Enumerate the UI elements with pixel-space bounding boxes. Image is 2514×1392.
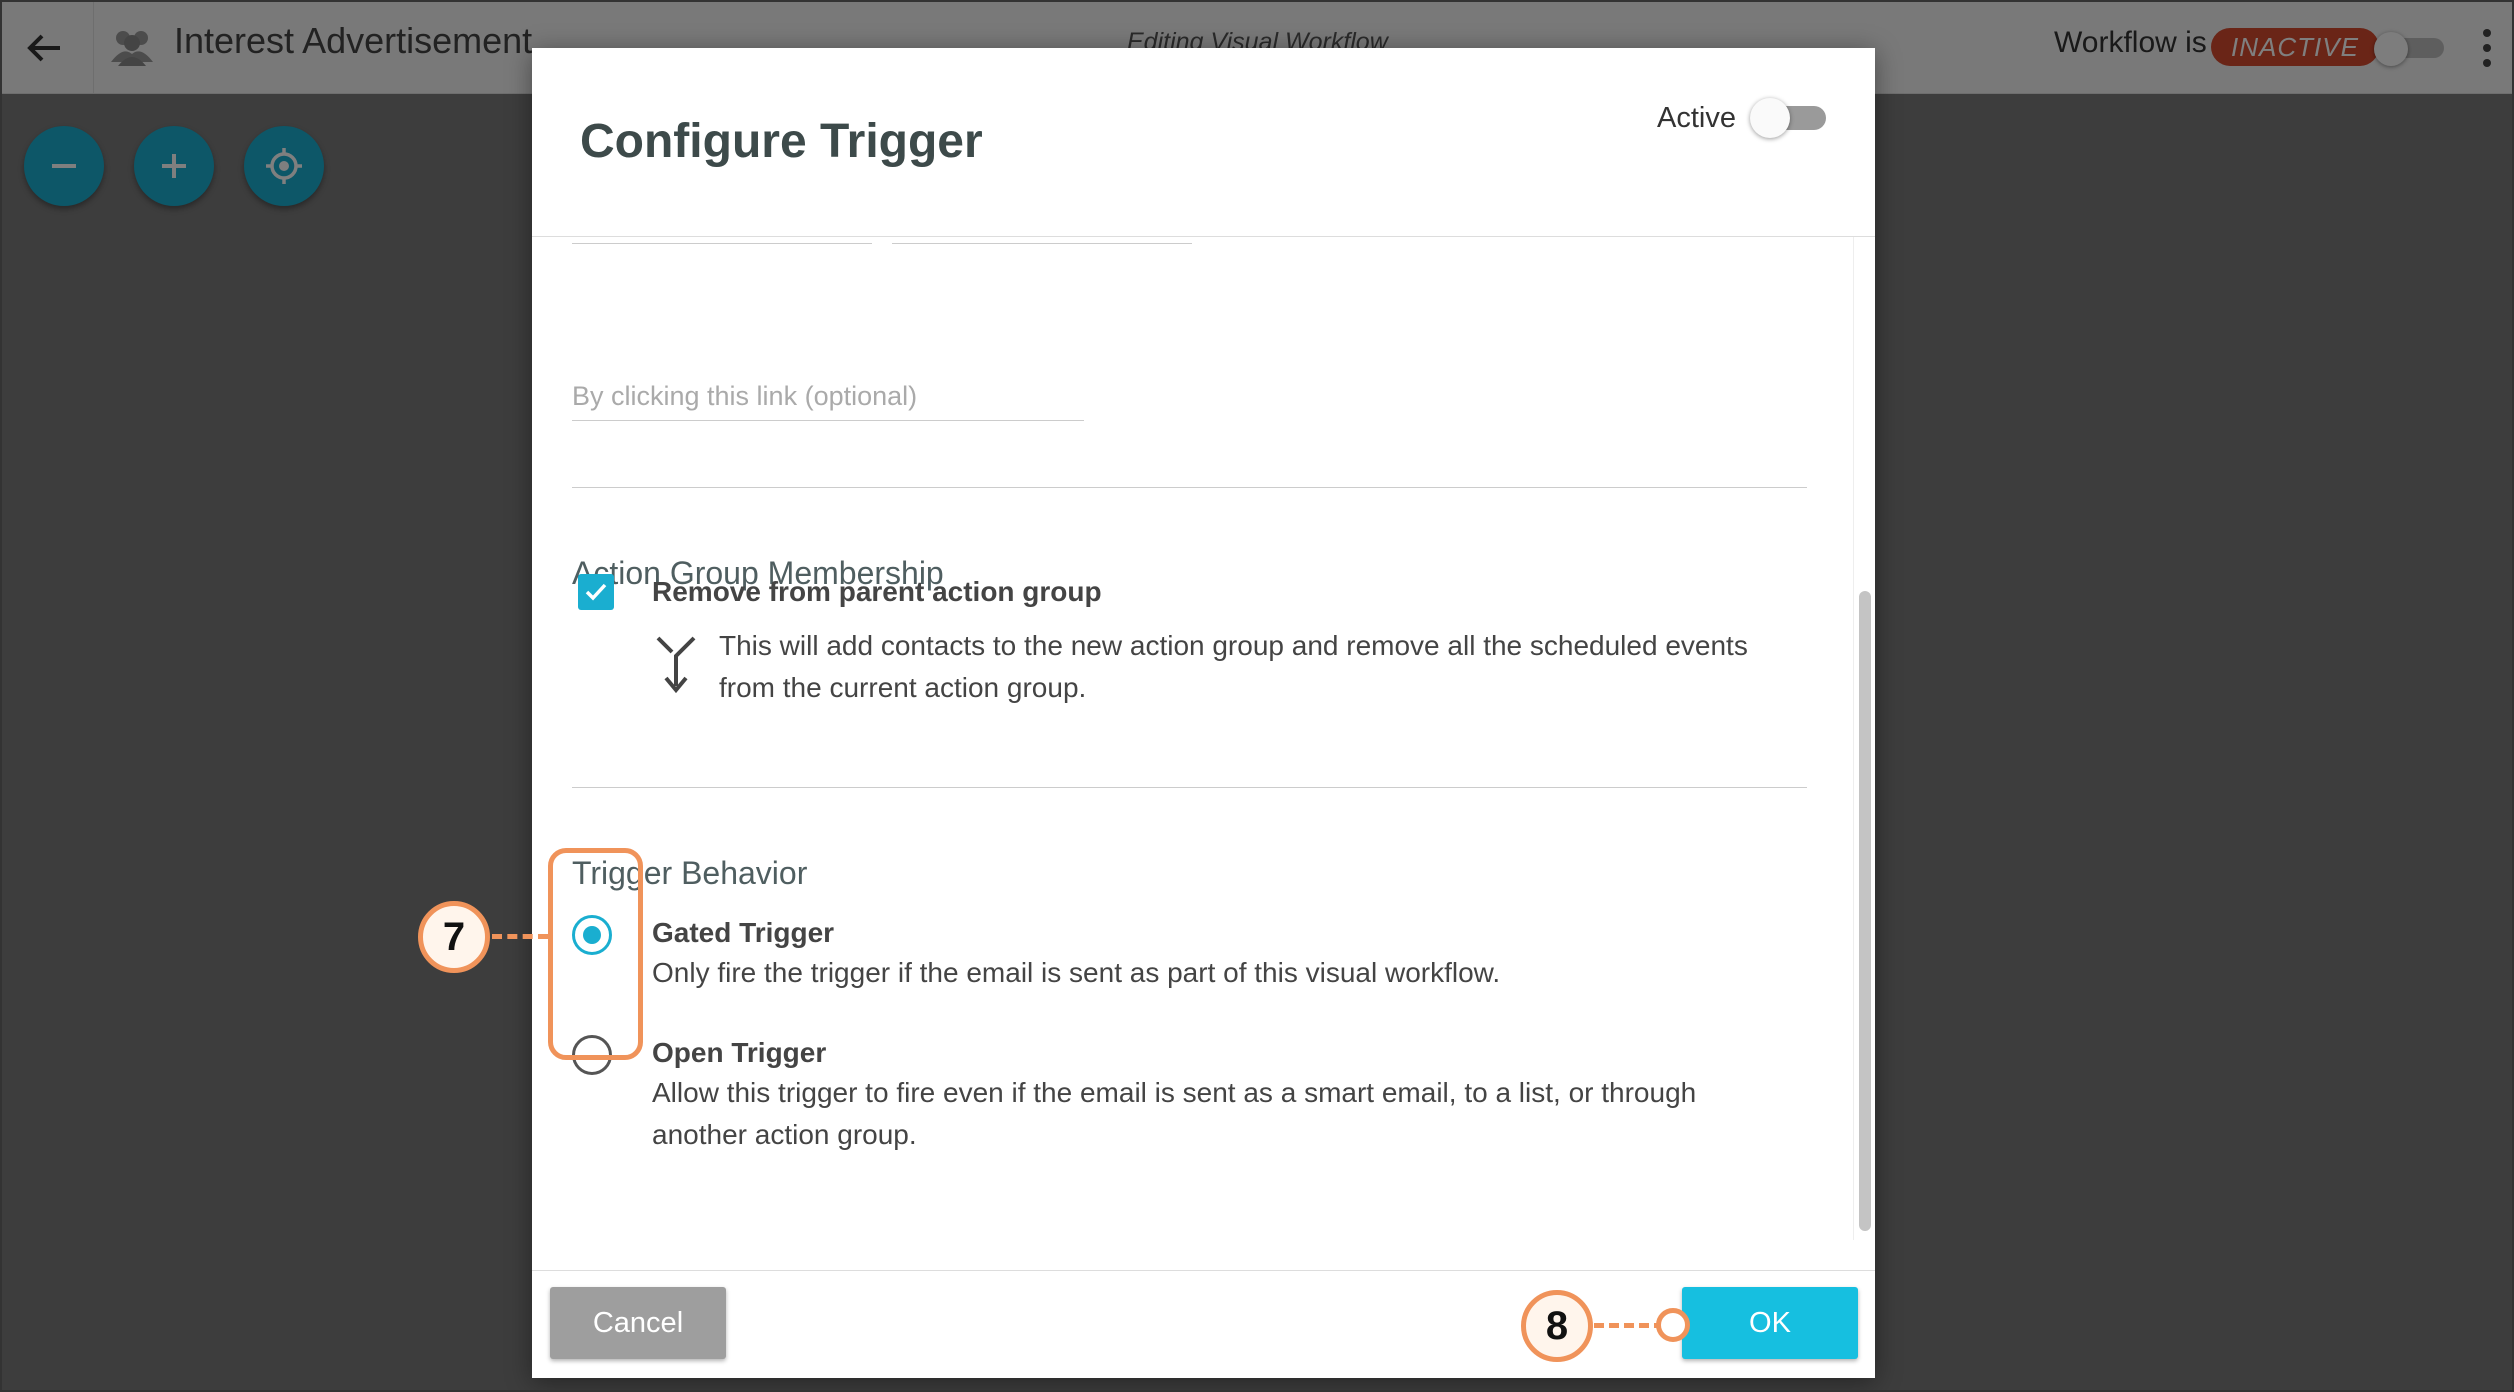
configure-trigger-dialog: Configure Trigger Active Action Group Me… xyxy=(532,48,1875,1378)
open-trigger-description: Allow this trigger to fire even if the e… xyxy=(652,1077,1697,1150)
checkmark-icon xyxy=(585,583,607,601)
dialog-body: Action Group Membership Remove from pare… xyxy=(532,237,1875,1240)
callout-8-connector xyxy=(1594,1323,1664,1328)
link-input[interactable] xyxy=(572,372,1084,421)
callout-7-connector xyxy=(492,934,548,939)
dialog-header: Configure Trigger Active xyxy=(532,48,1875,237)
cancel-button[interactable]: Cancel xyxy=(550,1287,726,1359)
callout-7-bracket xyxy=(548,848,643,1060)
toggle-knob xyxy=(1750,98,1790,138)
section-divider xyxy=(572,487,1807,488)
ok-button[interactable]: OK xyxy=(1682,1287,1858,1359)
callout-8: 8 xyxy=(1521,1290,1593,1362)
gated-trigger-label: Gated Trigger xyxy=(652,917,835,948)
action-group-description: This will add contacts to the new action… xyxy=(719,630,1748,703)
field-underline xyxy=(572,237,872,244)
trigger-active-toggle[interactable] xyxy=(1750,98,1826,138)
screen: Interest Advertisement Editing Visual Wo… xyxy=(0,0,2514,1392)
gated-trigger-description: Only fire the trigger if the email is se… xyxy=(652,957,1501,988)
dialog-title: Configure Trigger xyxy=(580,115,983,168)
field-underline xyxy=(892,237,1192,244)
dialog-scrollbar[interactable] xyxy=(1853,237,1875,1240)
open-trigger-label: Open Trigger xyxy=(652,1037,827,1068)
merge-arrow-icon xyxy=(656,636,696,694)
remove-parent-label: Remove from parent action group xyxy=(652,576,1102,607)
remove-parent-checkbox[interactable] xyxy=(578,574,614,610)
active-label: Active xyxy=(1657,102,1736,134)
section-divider xyxy=(572,787,1807,788)
callout-8-dot xyxy=(1656,1308,1690,1342)
callout-7: 7 xyxy=(418,901,490,973)
scroll-thumb[interactable] xyxy=(1859,591,1871,1231)
